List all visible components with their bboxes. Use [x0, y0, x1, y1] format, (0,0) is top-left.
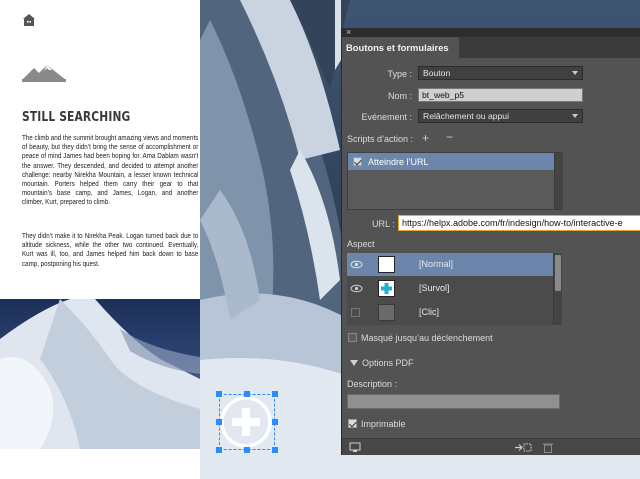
- close-icon[interactable]: ×: [346, 28, 351, 37]
- appearance-list: [Normal] [Survol] [Clic]: [347, 253, 562, 325]
- convert-to-object-icon[interactable]: [514, 442, 532, 453]
- mountain-logo-icon: [22, 65, 66, 82]
- click-state-swatch: [378, 304, 395, 321]
- selection-bounds: [219, 394, 275, 450]
- panel-footer: [342, 438, 640, 455]
- remove-action-icon[interactable]: −: [446, 131, 453, 143]
- description-label: Description :: [347, 379, 398, 389]
- panel-tab-bar: Boutons et formulaires: [342, 37, 640, 58]
- action-label: Atteindre l’URL: [368, 157, 429, 167]
- panel-title-strip[interactable]: ×: [342, 28, 640, 37]
- rollover-state-swatch: [378, 280, 395, 297]
- resize-handle[interactable]: [216, 419, 222, 425]
- normal-state-swatch: [378, 256, 395, 273]
- chevron-down-icon: [572, 71, 578, 75]
- resize-handle[interactable]: [216, 391, 222, 397]
- appearance-row-normal[interactable]: [Normal]: [347, 253, 553, 276]
- visibility-toggle[interactable]: [351, 308, 360, 317]
- hidden-until-triggered-checkbox[interactable]: [348, 333, 357, 342]
- body-paragraph: They didn’t make it to Nirekha Peak. Log…: [22, 231, 199, 268]
- tab-buttons-forms[interactable]: Boutons et formulaires: [342, 37, 459, 58]
- appearance-scrollbar[interactable]: [553, 253, 562, 325]
- web-button-frame[interactable]: [216, 391, 278, 453]
- appearance-row-rollover[interactable]: [Survol]: [347, 277, 553, 300]
- appearance-label-normal: [Normal]: [419, 259, 454, 269]
- event-label: Evénement :: [361, 112, 412, 122]
- appearance-row-click[interactable]: [Clic]: [347, 301, 553, 324]
- printable-label: Imprimable: [361, 419, 406, 429]
- page-title: STILL SEARCHING: [22, 110, 131, 125]
- type-value: Bouton: [423, 68, 451, 78]
- layout-page: STILL SEARCHING The climb and the summit…: [0, 0, 200, 479]
- disclosure-triangle-icon[interactable]: [350, 360, 358, 366]
- body-paragraph: The climb and the summit brought amazing…: [22, 133, 199, 207]
- resize-handle[interactable]: [244, 447, 250, 453]
- eye-icon[interactable]: [350, 258, 363, 271]
- resize-handle[interactable]: [272, 447, 278, 453]
- url-input[interactable]: https://helpx.adobe.com/fr/indesign/how-…: [398, 215, 640, 231]
- eye-icon[interactable]: [350, 282, 363, 295]
- type-label: Type :: [387, 69, 412, 79]
- delete-icon[interactable]: [542, 442, 554, 453]
- page-bottom-margin: [0, 449, 200, 479]
- actions-scrollbar[interactable]: [554, 153, 563, 209]
- appearance-label-rollover: [Survol]: [419, 283, 450, 293]
- add-action-icon[interactable]: +: [422, 132, 429, 144]
- buttons-forms-panel: × Boutons et formulaires Type : Bouton N…: [341, 28, 640, 455]
- appearance-label: Aspect: [347, 239, 375, 249]
- resize-handle[interactable]: [272, 419, 278, 425]
- scrollbar-thumb[interactable]: [555, 255, 561, 291]
- name-field[interactable]: bt_web_p5: [418, 88, 583, 102]
- resize-handle[interactable]: [216, 447, 222, 453]
- chevron-down-icon: [572, 114, 578, 118]
- printable-checkbox[interactable]: [348, 419, 357, 428]
- list-item[interactable]: Atteindre l’URL: [348, 153, 554, 170]
- description-field[interactable]: [347, 394, 560, 409]
- climber-photo: [0, 299, 200, 449]
- pdf-options-header[interactable]: Options PDF: [362, 358, 414, 368]
- resize-handle[interactable]: [244, 391, 250, 397]
- actions-label: Scripts d’action :: [347, 134, 414, 144]
- url-label: URL :: [372, 219, 395, 229]
- event-value: Relâchement ou appui: [423, 111, 509, 121]
- appearance-label-click: [Clic]: [419, 307, 439, 317]
- home-icon[interactable]: [22, 13, 36, 27]
- actions-list: Atteindre l’URL: [347, 152, 563, 210]
- plus-icon: [381, 283, 392, 294]
- preview-spread-icon[interactable]: [349, 442, 361, 453]
- hidden-until-triggered-label: Masqué jusqu’au déclenchement: [361, 333, 493, 343]
- event-dropdown[interactable]: Relâchement ou appui: [418, 109, 583, 123]
- resize-handle[interactable]: [272, 391, 278, 397]
- name-label: Nom :: [387, 91, 412, 101]
- type-dropdown[interactable]: Bouton: [418, 66, 583, 80]
- action-enabled-checkbox[interactable]: [353, 157, 362, 166]
